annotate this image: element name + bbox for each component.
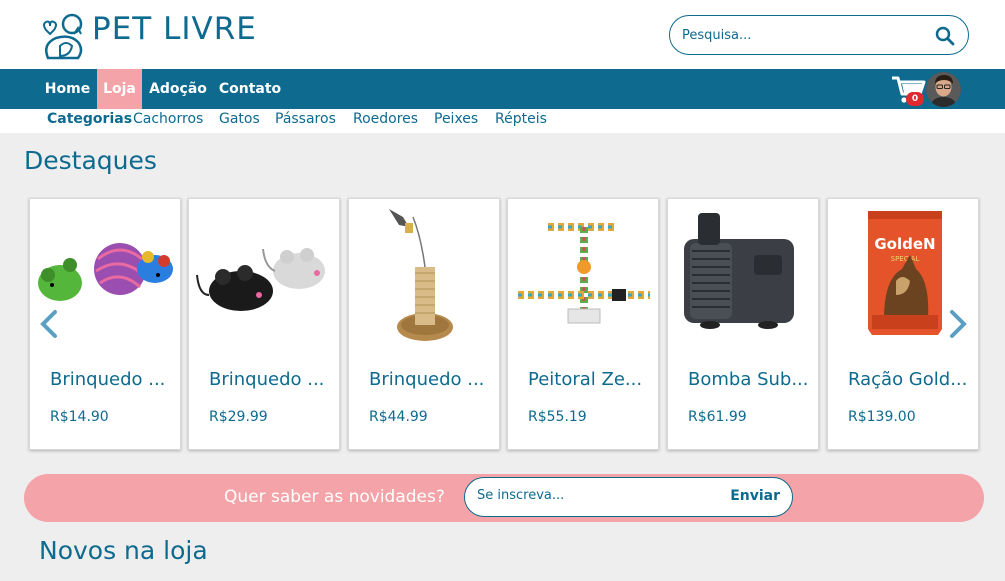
site-header: PET LIVRE [0,0,1005,69]
product-price: R$55.19 [528,409,587,425]
category-passaros[interactable]: Pássaros [275,111,336,127]
newsletter-form: Enviar [464,477,793,517]
carousel-next-icon[interactable] [948,308,968,340]
product-image [668,199,818,349]
featured-carousel: Brinquedo ... R$14.90 Brinquedo ... R$29… [28,198,980,451]
category-repteis[interactable]: Répteis [495,111,547,127]
product-card[interactable]: Bomba Sub... R$61.99 [667,198,819,450]
product-name: Brinquedo ... [369,369,485,390]
product-name: Peitoral Ze... [528,369,643,390]
product-card[interactable]: Brinquedo ... R$29.99 [188,198,340,450]
product-price: R$61.99 [688,409,747,425]
product-price: R$139.00 [848,409,916,425]
categories-title: Categorias [47,111,133,127]
new-products-title: Novos na loja [39,536,208,565]
product-name: Brinquedo ... [209,369,325,390]
product-price: R$29.99 [209,409,268,425]
product-card[interactable]: Peitoral Ze... R$55.19 [507,198,659,450]
logo[interactable]: PET LIVRE [38,10,257,62]
product-price: R$44.99 [369,409,428,425]
search-icon[interactable] [934,25,956,47]
product-image [189,199,339,349]
newsletter-text: Quer saber as novidades? [224,487,445,507]
nav-item-contato[interactable]: Contato [214,69,286,109]
bag-brand-text: GoldeN [874,235,935,253]
nav-item-loja[interactable]: Loja [97,69,142,109]
product-name: Bomba Sub... [688,369,809,390]
newsletter-banner: Quer saber as novidades? Enviar [24,474,984,522]
category-cachorros[interactable]: Cachorros [133,111,203,127]
featured-title: Destaques [24,146,157,175]
cart-count-badge: 0 [906,92,924,106]
category-peixes[interactable]: Peixes [434,111,478,127]
category-roedores[interactable]: Roedores [353,111,418,127]
newsletter-email-input[interactable] [477,488,697,503]
product-price: R$14.90 [50,409,109,425]
search-bar [669,15,969,55]
user-avatar-image [926,72,961,107]
product-name: Brinquedo ... [50,369,166,390]
brand-name: PET LIVRE [92,11,257,47]
search-input[interactable] [670,27,920,43]
user-avatar[interactable] [926,72,961,107]
categories-bar: Categorias Cachorros Gatos Pássaros Roed… [0,109,1005,133]
product-card[interactable]: Brinquedo ... R$44.99 [348,198,500,450]
product-image [508,199,658,349]
product-image [349,199,499,349]
newsletter-submit-button[interactable]: Enviar [730,488,780,504]
carousel-prev-icon[interactable] [39,308,59,340]
nav-item-adocao[interactable]: Adoção [145,69,211,109]
nav-item-home[interactable]: Home [40,69,95,109]
product-name: Ração Gold... [848,369,968,390]
main-nav: Home Loja Adoção Contato [0,69,1005,109]
bag-sub-text: SPECIAL [891,255,920,263]
pet-logo-icon [43,13,83,60]
category-gatos[interactable]: Gatos [219,111,260,127]
